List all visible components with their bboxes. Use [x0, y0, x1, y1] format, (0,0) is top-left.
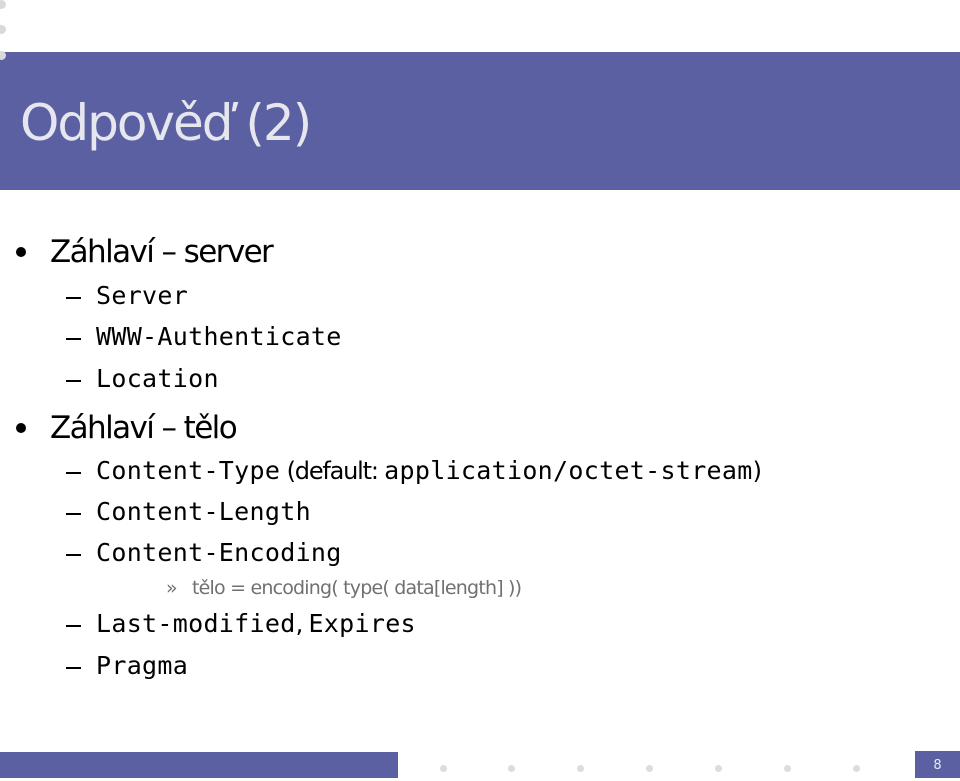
header-name: Content-Length	[96, 497, 311, 526]
header-name: Pragma	[96, 651, 189, 680]
footer-dot	[508, 765, 515, 772]
bullet-heading: Záhlaví – tělo	[50, 410, 238, 446]
bullet-heading: Záhlaví – server	[50, 234, 274, 270]
bullet-icon	[16, 247, 26, 257]
bullet-icon	[16, 423, 26, 433]
sub-bullet-text: Last-modified, Expires	[96, 606, 416, 642]
footer-dot	[715, 765, 722, 772]
footer-dot	[440, 765, 447, 772]
decorative-dot	[0, 25, 6, 34]
plain-text: )	[752, 457, 762, 485]
footer-dot	[577, 765, 584, 772]
footer-dot	[646, 765, 653, 772]
header-name: Content-Encoding	[96, 538, 342, 567]
header-name: Server	[96, 281, 189, 310]
footer-dot	[853, 765, 860, 772]
plain-text: ,	[295, 610, 309, 638]
page-number: 8	[915, 751, 960, 778]
header-value: application/octet-stream	[384, 456, 753, 485]
header-name: Content-Type	[96, 456, 281, 485]
header-name: Expires	[308, 609, 416, 638]
sub-sub-bullet-text: tělo = encoding( type( data[length] ))	[192, 577, 522, 599]
header-name: WWW-Authenticate	[96, 322, 342, 351]
raquo-bullet-icon: »	[166, 577, 178, 599]
footer-dot	[784, 765, 791, 772]
slide-title: Odpověď (2)	[20, 94, 312, 152]
footer-bar	[0, 752, 398, 778]
header-name: Last-modified	[96, 609, 296, 638]
decorative-dot	[0, 0, 6, 9]
sub-bullet-text: Content-Type (default: application/octet…	[96, 453, 762, 489]
header-name: Location	[96, 364, 219, 393]
plain-text: (default:	[280, 457, 385, 485]
